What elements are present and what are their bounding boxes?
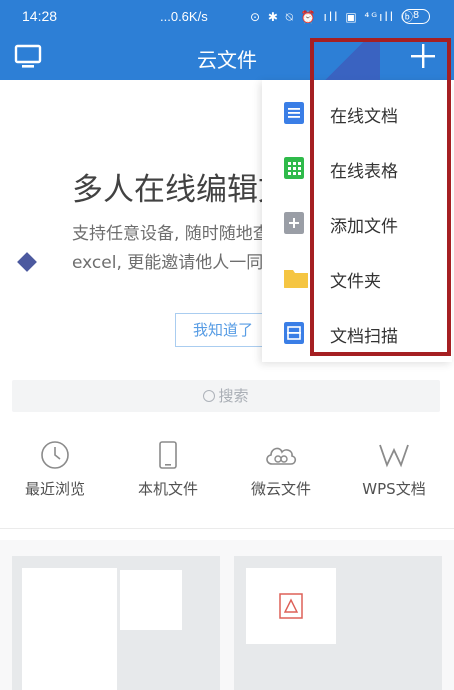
- sheet-icon: [284, 157, 304, 179]
- sheet-page: [120, 570, 182, 630]
- shortcut-local[interactable]: 本机文件: [113, 440, 223, 499]
- pdf-icon: [279, 593, 303, 619]
- menu-item-label: 添加文件: [330, 217, 398, 237]
- menu-item-folder[interactable]: 文件夹: [262, 252, 452, 307]
- doc-icon: [284, 102, 304, 124]
- menu-item-online-sheet[interactable]: 在线表格: [262, 142, 452, 197]
- diamond-icon: [17, 252, 37, 272]
- document-thumbnail[interactable]: [234, 556, 442, 690]
- folder-icon: [284, 270, 308, 288]
- divider: [0, 528, 454, 529]
- phone-icon: [159, 441, 177, 469]
- network-speed: ...0.6K/s: [160, 9, 208, 24]
- scan-icon: [284, 322, 304, 344]
- menu-item-scan[interactable]: 文档扫描: [262, 307, 452, 362]
- plus-icon[interactable]: [410, 43, 436, 69]
- menu-item-label: 文档扫描: [330, 327, 398, 347]
- shortcut-label: 最近浏览: [24, 480, 85, 498]
- wps-icon: [379, 444, 409, 468]
- menu-item-label: 在线表格: [330, 162, 398, 182]
- shortcut-weiyun[interactable]: 微云文件: [226, 440, 336, 499]
- search-placeholder: 搜索: [218, 387, 249, 405]
- shortcut-label: 微云文件: [250, 480, 311, 498]
- title-bar: 云文件: [0, 34, 454, 80]
- menu-corner-decoration: [310, 40, 380, 80]
- status-time: 14:28: [22, 8, 58, 24]
- recent-documents: [0, 540, 454, 690]
- menu-item-add-file[interactable]: 添加文件: [262, 197, 452, 252]
- shortcut-wps[interactable]: WPS文档: [339, 440, 449, 499]
- menu-item-label: 文件夹: [330, 272, 381, 292]
- shortcut-label: 本机文件: [137, 480, 198, 498]
- pdf-page: [246, 568, 336, 644]
- search-bar[interactable]: 搜索: [12, 380, 440, 412]
- got-it-button[interactable]: 我知道了: [175, 313, 271, 347]
- shortcut-label: WPS文档: [362, 480, 426, 498]
- menu-item-online-doc[interactable]: 在线文档: [262, 87, 452, 142]
- battery-indicator: 8: [402, 9, 430, 24]
- add-file-icon: [284, 212, 304, 234]
- status-icons: ⊙ ✱ ⍉ ⏰ ıll ▣ ⁴ᴳıll ⓑ: [250, 10, 415, 24]
- shortcut-row: 最近浏览 本机文件 微云文件 WPS文档: [0, 440, 454, 520]
- document-thumbnail[interactable]: [12, 556, 220, 690]
- sheet-page: [22, 568, 117, 690]
- shortcut-recent[interactable]: 最近浏览: [0, 440, 110, 499]
- clock-icon: [41, 441, 69, 469]
- cloud-icon: [266, 447, 297, 465]
- status-bar: 14:28 ...0.6K/s ⊙ ✱ ⍉ ⏰ ıll ▣ ⁴ᴳıll ⓑ 8: [0, 0, 454, 34]
- search-icon: [203, 390, 216, 402]
- page-title: 云文件: [197, 48, 257, 72]
- create-menu: 在线文档 在线表格 添加文件 文件夹 文档扫描: [262, 80, 452, 362]
- menu-item-label: 在线文档: [330, 107, 398, 127]
